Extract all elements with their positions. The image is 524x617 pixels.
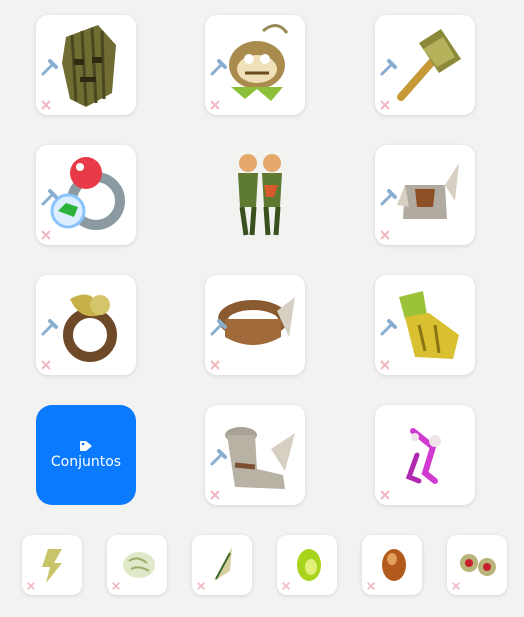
slot-ring-right[interactable] [36, 275, 136, 375]
slot-shoulders[interactable] [375, 145, 475, 245]
remove-icon[interactable] [281, 581, 291, 591]
hammer-icon[interactable] [379, 57, 399, 77]
hammer-icon[interactable] [209, 317, 229, 337]
remove-icon[interactable] [40, 99, 52, 111]
remove-icon[interactable] [379, 359, 391, 371]
hammer-icon[interactable] [40, 187, 60, 207]
remove-icon[interactable] [451, 581, 461, 591]
remove-icon[interactable] [379, 229, 391, 241]
slot-cape[interactable] [375, 275, 475, 375]
remove-icon[interactable] [40, 229, 52, 241]
slot-helmet[interactable] [36, 15, 136, 115]
slot-pet[interactable] [375, 405, 475, 505]
dofus-slot-1[interactable] [22, 535, 82, 595]
slot-ring-left[interactable] [36, 145, 136, 245]
hammer-icon[interactable] [209, 447, 229, 467]
sets-button-label: Conjuntos [50, 454, 122, 470]
remove-icon[interactable] [40, 359, 52, 371]
remove-icon[interactable] [379, 489, 391, 501]
remove-icon[interactable] [379, 99, 391, 111]
sets-button[interactable]: Conjuntos [36, 405, 136, 505]
hammer-icon[interactable] [40, 57, 60, 77]
remove-icon[interactable] [209, 489, 221, 501]
dofus-slot-3[interactable] [192, 535, 252, 595]
hammer-icon[interactable] [379, 317, 399, 337]
dofus-slot-4[interactable] [277, 535, 337, 595]
slot-weapon[interactable] [375, 15, 475, 115]
dofus-slot-5[interactable] [362, 535, 422, 595]
remove-icon[interactable] [366, 581, 376, 591]
hammer-icon[interactable] [379, 187, 399, 207]
tag-icon [80, 441, 92, 451]
slot-belt[interactable] [205, 275, 305, 375]
hammer-icon[interactable] [40, 317, 60, 337]
character-preview [238, 154, 282, 236]
dofus-slot-6[interactable] [447, 535, 507, 595]
slot-boots[interactable] [205, 405, 305, 505]
remove-icon[interactable] [209, 359, 221, 371]
remove-icon[interactable] [26, 581, 36, 591]
dofus-slot-2[interactable] [107, 535, 167, 595]
remove-icon[interactable] [196, 581, 206, 591]
hammer-icon[interactable] [209, 57, 229, 77]
slot-amulet[interactable] [205, 15, 305, 115]
remove-icon[interactable] [209, 99, 221, 111]
remove-icon[interactable] [111, 581, 121, 591]
